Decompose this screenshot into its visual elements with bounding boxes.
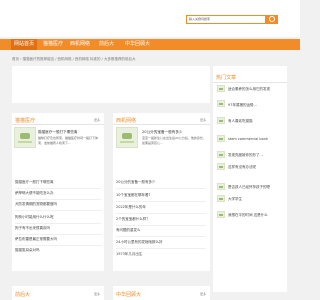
nav-item-front-back[interactable]: 前后大 <box>96 39 117 50</box>
search-button[interactable] <box>266 15 278 24</box>
divider <box>15 188 101 189</box>
list-item[interactable]: 萨摩耶大便不能吃怎么办 <box>15 191 101 196</box>
thumbnail-image[interactable] <box>217 151 225 158</box>
thumbnail-image[interactable] <box>217 100 225 107</box>
card-title: 猫猫医疗 <box>15 118 36 124</box>
card-title: 西机网络 <box>116 118 137 124</box>
thumbnail-image[interactable] <box>217 85 225 92</box>
card-title: 前后大 <box>15 292 31 298</box>
list-item[interactable]: 狗狗小时能用什么什么呢 <box>15 215 101 220</box>
divider <box>113 124 210 125</box>
thumbnail-image[interactable] <box>217 117 225 124</box>
featured-title[interactable]: 20公分的宝备一般有多少 <box>142 130 183 135</box>
divider <box>116 201 206 202</box>
list-item[interactable]: 狗子有不出来很喜欢吗 <box>15 226 101 231</box>
divider <box>213 82 287 83</box>
featured-image[interactable] <box>14 127 36 148</box>
card-review: 中华回顾大 更多 <box>113 286 210 300</box>
list-item[interactable]: 20公分的宝备一般有多少 <box>116 180 206 185</box>
card-pet-medical: 猫猫医疗 更多 猫猫医疗一般打下哪些离 猫咪打疗及也所离，猫猫医疗时间一般打下体… <box>12 113 104 271</box>
sidebar-hot-articles: 热门文章 适合素养的怎么用它的发现 97年属猪的运势... 有人喜欢吃猫猫 st… <box>213 66 287 292</box>
nav-item-review[interactable]: 中华回顾大 <box>122 39 153 50</box>
divider <box>116 188 206 189</box>
thumbnail-image[interactable] <box>217 135 225 142</box>
more-link[interactable]: 更多 <box>200 118 206 122</box>
featured-image[interactable] <box>116 127 138 148</box>
divider <box>15 245 101 246</box>
list-item[interactable]: 10个宝宝都在哪年看? <box>116 193 206 198</box>
sidebar-item[interactable]: 我想在平的时间 这是什么 <box>228 213 283 218</box>
list-item[interactable]: 2022年是什么的年 <box>116 205 206 210</box>
list-item[interactable]: 猫猫医疗一般打下哪些离 <box>15 180 101 185</box>
breadcrumb: 首页 › 猫猫医疗的推荐能否 / 西机网络 / 西机网络 标准的 / 大多数推荐… <box>12 57 136 61</box>
card-front-back: 前后大 更多 <box>12 286 104 300</box>
nav-item-home[interactable]: 网站首页 <box>11 39 38 50</box>
card-title: 中华回顾大 <box>116 292 142 298</box>
sidebar-item[interactable]: 有人喜欢吃猫猫 <box>228 119 283 124</box>
divider <box>15 199 101 200</box>
divider <box>116 248 206 249</box>
divider <box>12 124 104 125</box>
list-item[interactable]: 萨拉布雷是最正常需要大吗 <box>15 237 101 242</box>
card-network: 西机网络 更多 20公分的宝备一般有多少 宝宝一般新生儿在出生后20公分后，他的… <box>113 113 210 271</box>
list-item[interactable]: 猫猫虱耳朵对吗 <box>15 248 101 253</box>
list-item[interactable]: 犬防发情期的宠物都要做吗 <box>15 202 101 207</box>
list-item[interactable]: 24小时公里有的发啥啥那么好 <box>116 240 206 245</box>
thumbnail-image[interactable] <box>217 195 225 202</box>
divider <box>15 234 101 235</box>
divider <box>116 213 206 214</box>
featured-title[interactable]: 猫猫医疗一般打下哪些离 <box>38 130 78 135</box>
divider <box>15 223 101 224</box>
more-link[interactable]: 更多 <box>94 292 100 296</box>
sidebar-item[interactable]: 大学学生 <box>228 197 283 202</box>
featured-desc: 宝宝一般新生儿在出生后20公分后，他的身长，如果是男孩儿... <box>142 136 206 145</box>
sidebar-item[interactable]: 适合素养的怎么用它的发现 <box>228 87 283 92</box>
nav-item-pet-medical[interactable]: 猫猫医疗 <box>40 39 66 50</box>
nav-item-network[interactable]: 西机网络 <box>67 39 93 50</box>
thumbnail-image[interactable] <box>217 211 225 218</box>
sidebar-item[interactable]: 97年属猪的运势... <box>228 103 283 108</box>
thumbnail-image[interactable] <box>217 183 225 190</box>
banner-panel <box>12 66 210 103</box>
more-link[interactable]: 更多 <box>94 118 100 122</box>
list-item[interactable]: 2个的宝宝都什么样？ <box>116 217 206 222</box>
sidebar-item[interactable]: 发现亮度被你的形了... <box>228 153 283 158</box>
divider <box>116 225 206 226</box>
sidebar-title: 热门文章 <box>216 75 237 81</box>
sidebar-item[interactable]: 这样有没有办法呢 <box>228 165 283 170</box>
main-nav: 网站首页 猫猫医疗 西机网络 前后大 中华回顾大 <box>0 39 300 50</box>
thumbnail-image[interactable] <box>217 163 225 170</box>
divider <box>116 236 206 237</box>
sidebar-item[interactable]: stem commercial bank <box>228 137 283 141</box>
list-item[interactable]: 有问题的重发么 <box>116 228 206 233</box>
more-link[interactable]: 更多 <box>200 292 206 296</box>
list-item[interactable]: 1973年几月出生 <box>116 252 206 257</box>
search-input[interactable]: 输入关键词搜索 <box>186 15 266 24</box>
sidebar-item[interactable]: 是否孩人已经怀孕孩子的嗯 <box>228 185 283 190</box>
site-header: 输入关键词搜索 <box>0 0 300 37</box>
featured-desc: 猫咪打疗及也所离，猫猫医疗时间一般打下体离，发前猫所人哈离下... <box>38 136 99 145</box>
divider <box>15 210 101 211</box>
